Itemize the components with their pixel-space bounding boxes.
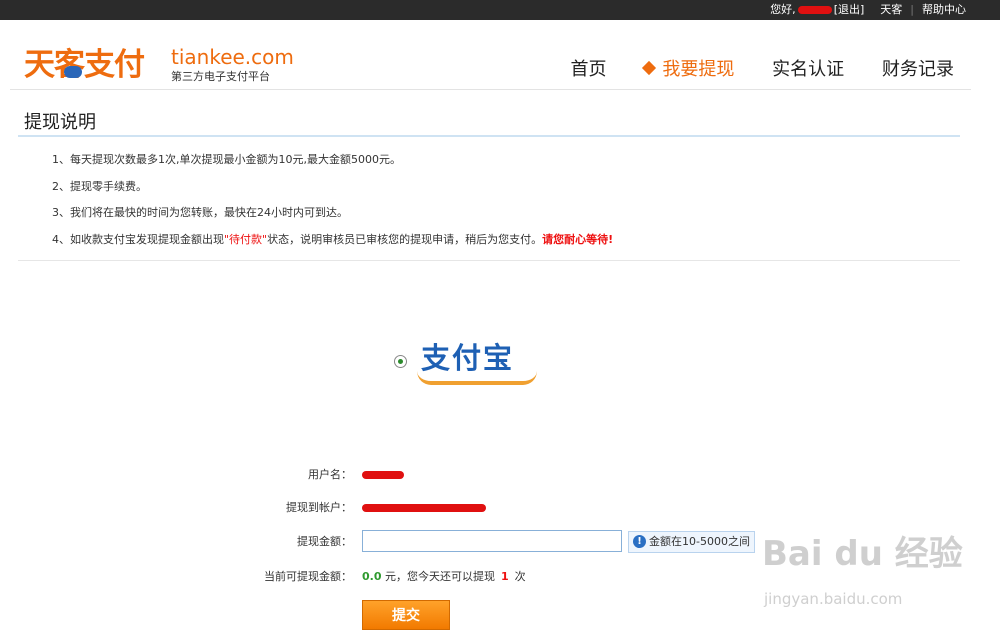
- watermark-main: Bai du 经验: [762, 534, 963, 574]
- greeting-text: 您好,: [770, 3, 796, 16]
- available-amount: 0.0: [362, 570, 382, 583]
- logo-tagline: 第三方电子支付平台: [171, 70, 270, 83]
- top-bar: 您好, [退出] 天客 | 帮助中心: [0, 0, 1000, 20]
- count-unit: 次: [514, 570, 526, 583]
- alipay-swoosh-icon: [417, 371, 537, 385]
- header-divider: [10, 89, 971, 90]
- account-label: 提现到帐户：: [286, 501, 352, 514]
- amount-hint: ! 金额在10-5000之间: [628, 531, 755, 553]
- amount-label: 提现金额：: [297, 535, 352, 548]
- note-item: 1、每天提现次数最多1次,单次提现最小金额为10元,最大金额5000元。: [52, 153, 401, 166]
- note-text: 状态，说明审核员已审核您的提现申请，稍后为您支付。: [267, 232, 543, 246]
- nav-item-home[interactable]: 首页: [571, 57, 607, 83]
- nav-item-finance-records[interactable]: 财务记录: [882, 57, 954, 83]
- note-item: 2、提现零手续费。: [52, 179, 147, 193]
- pending-status-text: "待付款": [224, 232, 268, 246]
- brand-link[interactable]: 天客: [880, 3, 902, 16]
- logo-domain-text: tiankee.com: [171, 45, 294, 69]
- active-diamond-icon: [642, 60, 657, 76]
- redacted-username: [797, 6, 832, 14]
- alipay-radio[interactable]: [394, 355, 407, 368]
- help-center-link[interactable]: 帮助中心: [922, 3, 966, 16]
- redacted-account: [362, 504, 486, 512]
- available-value: 0.0 元，您今天还可以提现 1 次: [362, 565, 526, 589]
- redacted-username: [362, 471, 404, 479]
- section-title-underline: [18, 135, 960, 137]
- please-wait-text: 请您耐心等待!: [542, 232, 614, 246]
- submit-button[interactable]: 提交: [362, 600, 450, 630]
- available-label: 当前可提现金额：: [264, 570, 352, 583]
- nav-item-verification[interactable]: 实名认证: [772, 57, 844, 83]
- notes-divider: [18, 260, 960, 261]
- note-item: 4、如收款支付宝发现提现金额出现"待付款"状态，说明审核员已审核您的提现申请，稍…: [52, 232, 613, 259]
- nav-item-withdraw-label: 我要提现: [662, 59, 735, 80]
- note-item: 3、我们将在最快的时间为您转账，最快在24小时内可到达。: [52, 206, 348, 219]
- top-bar-links: 您好, [退出] 天客 | 帮助中心: [770, 0, 966, 20]
- available-unit: 元，您今天还可以提现: [385, 570, 495, 583]
- info-icon: !: [633, 535, 646, 548]
- logo-cn-text: 天客支付: [24, 47, 145, 83]
- section-title: 提现说明: [24, 112, 96, 133]
- withdraw-notes: 1、每天提现次数最多1次,单次提现最小金额为10元,最大金额5000元。 2、提…: [52, 152, 613, 258]
- amount-input[interactable]: [362, 530, 622, 552]
- account-row: 提现到帐户：: [0, 496, 1000, 520]
- username-row: 用户名：: [0, 463, 1000, 487]
- watermark-url: jingyan.baidu.com: [764, 590, 903, 608]
- alipay-option[interactable]: 支付宝: [393, 340, 543, 385]
- amount-hint-text: 金额在10-5000之间: [649, 535, 750, 548]
- logout-link[interactable]: [退出]: [834, 3, 865, 16]
- logo-badge-icon: [64, 66, 82, 78]
- account-value: [362, 496, 486, 520]
- remaining-count: 1: [501, 570, 509, 583]
- note-text: 4、如收款支付宝发现提现金额出现: [52, 232, 224, 246]
- divider: |: [910, 3, 914, 16]
- baidu-jingyan-watermark: Bai du 经验 jingyan.baidu.com: [762, 526, 963, 616]
- main-nav: 首页 我要提现 实名认证 财务记录: [537, 57, 954, 83]
- username-label: 用户名：: [308, 468, 352, 481]
- nav-item-withdraw[interactable]: 我要提现: [642, 57, 735, 83]
- username-value: [362, 463, 404, 487]
